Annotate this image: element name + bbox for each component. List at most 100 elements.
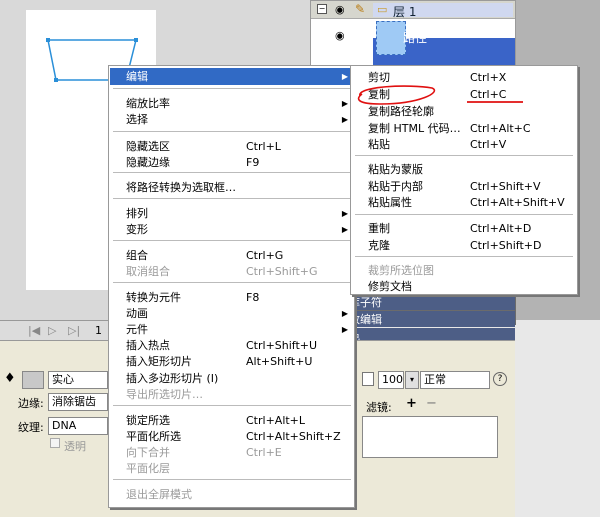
menu-item-label: 插入多边形切片 (I) (126, 372, 219, 385)
menu-separator (355, 155, 573, 156)
edge-label: 边缘: (18, 397, 44, 410)
submenu-item[interactable]: 克隆 Ctrl+Shift+D (352, 237, 577, 254)
menu-item[interactable]: 向下合并 Ctrl+E (110, 444, 354, 461)
menu-item[interactable]: 缩放比率 ▶ (110, 95, 354, 112)
menu-separator (113, 282, 351, 283)
menu-item-shortcut: Ctrl+G (246, 249, 284, 262)
menu-item[interactable]: 转换为元件 F8 (110, 289, 354, 306)
menu-item[interactable]: 动画 ▶ (110, 305, 354, 322)
menu-item[interactable]: 锁定所选 Ctrl+Alt+L (110, 412, 354, 429)
menu-item[interactable]: 插入热点 Ctrl+Shift+U (110, 337, 354, 354)
menu-separator (113, 479, 351, 480)
submenu-item[interactable]: 裁剪所选位图 (352, 262, 577, 279)
layer-row[interactable]: − ◉ ✎ ▭ 层 1 (311, 1, 515, 19)
fill-style-dropdown[interactable]: 实心 (48, 371, 108, 389)
submenu-item[interactable]: 粘贴于内部 Ctrl+Shift+V (352, 178, 577, 195)
menu-item[interactable]: 元件 ▶ (110, 321, 354, 338)
menu-item-shortcut: Ctrl+Shift+G (246, 265, 318, 278)
path-thumbnail (376, 21, 406, 55)
menu-item[interactable]: 取消组合 Ctrl+Shift+G (110, 263, 354, 280)
menu-item[interactable]: 变形 ▶ (110, 221, 354, 238)
texture-dropdown[interactable]: DNA (48, 417, 108, 435)
help-icon[interactable]: ? (493, 372, 507, 386)
red-circle-annotation (357, 85, 435, 105)
submenu-arrow-icon: ▶ (341, 209, 348, 218)
submenu-arrow-icon: ▶ (341, 72, 348, 81)
submenu-item[interactable]: 粘贴 Ctrl+V (352, 136, 577, 153)
eye-icon[interactable]: ◉ (335, 3, 345, 16)
menu-item-label: 插入矩形切片 (126, 355, 192, 368)
submenu-arrow-icon: ▶ (341, 115, 348, 124)
menu-item-label: 平面化层 (126, 462, 170, 475)
menu-item-shortcut: Alt+Shift+U (246, 355, 313, 368)
panel-bar-2[interactable]: 致编辑 (345, 311, 515, 327)
context-menu: 编辑 ▶ 缩放比率 ▶ 选择 ▶ 隐藏选区 Ctrl+L 隐藏边缘 F9 将路径转换为选取框… 排列 ▶… (108, 65, 355, 508)
menu-item[interactable]: 编辑 ▶ (110, 68, 354, 85)
menu-separator (113, 131, 351, 132)
submenu-item[interactable]: 粘贴为蒙版 (352, 161, 577, 178)
menu-item-label: 选择 (126, 113, 148, 126)
menu-item-label: 取消组合 (126, 265, 170, 278)
folder-icon: ▭ (377, 3, 388, 16)
submenu-item-shortcut: Ctrl+Shift+D (470, 239, 542, 252)
submenu-item-shortcut: Ctrl+Alt+C (470, 122, 531, 135)
menu-item[interactable]: 退出全屏模式 (110, 486, 354, 503)
submenu-item-label: 复制路径轮廓 (368, 105, 434, 118)
menu-item-shortcut: Ctrl+Alt+L (246, 414, 306, 427)
fill-bucket-icon[interactable]: ♦ (4, 371, 16, 386)
filters-label: 滤镜: (366, 401, 392, 414)
submenu-item[interactable]: 修剪文档 (352, 278, 577, 295)
transparent-label: 透明 (64, 440, 86, 453)
opacity-field[interactable]: 100 (378, 371, 404, 389)
opacity-icon (362, 372, 374, 386)
add-filter-button[interactable]: + (406, 396, 417, 411)
layer-name[interactable]: 层 1 (393, 3, 416, 20)
blend-mode-dropdown[interactable]: 正常 (420, 371, 490, 389)
submenu-item-label: 粘贴为蒙版 (368, 163, 423, 176)
red-underline-annotation (467, 101, 523, 103)
submenu-item-label: 粘贴于内部 (368, 180, 423, 193)
edge-dropdown[interactable]: 消除锯齿 (48, 393, 108, 411)
play-icon[interactable]: ▷ (48, 324, 56, 337)
transparent-checkbox[interactable] (50, 438, 60, 448)
menu-item[interactable]: 排列 ▶ (110, 205, 354, 222)
menu-separator (113, 88, 351, 89)
texture-label: 纹理: (18, 421, 44, 434)
submenu-item[interactable]: 复制 HTML 代码… Ctrl+Alt+C (352, 120, 577, 137)
menu-item[interactable]: 隐藏选区 Ctrl+L (110, 138, 354, 155)
menu-item[interactable]: 隐藏边缘 F9 (110, 154, 354, 171)
eye-icon[interactable]: ◉ (335, 29, 345, 42)
opacity-dropdown-icon[interactable]: ▾ (405, 371, 419, 389)
menu-item-shortcut: Ctrl+L (246, 140, 281, 153)
expand-toggle-icon[interactable]: − (317, 4, 327, 14)
menu-item-label: 退出全屏模式 (126, 488, 192, 501)
submenu-item[interactable]: 重制 Ctrl+Alt+D (352, 220, 577, 237)
menu-item[interactable]: 组合 Ctrl+G (110, 247, 354, 264)
submenu-item-shortcut: Ctrl+Alt+Shift+V (470, 196, 565, 209)
path-name[interactable]: 路径 (403, 29, 427, 46)
remove-filter-button[interactable]: − (426, 396, 437, 411)
menu-item[interactable]: 选择 ▶ (110, 111, 354, 128)
menu-separator (113, 172, 351, 173)
menu-item-label: 缩放比率 (126, 97, 170, 110)
menu-item-label: 编辑 (126, 70, 148, 83)
submenu-item-label: 粘贴 (368, 138, 390, 151)
submenu-item[interactable]: 粘贴属性 Ctrl+Alt+Shift+V (352, 194, 577, 211)
menu-item[interactable]: 插入多边形切片 (I) (110, 370, 354, 387)
menu-item-shortcut: F8 (246, 291, 260, 304)
first-frame-icon[interactable]: |◀ (28, 324, 40, 337)
submenu-arrow-icon: ▶ (341, 309, 348, 318)
menu-item-shortcut: F9 (246, 156, 260, 169)
filters-list[interactable] (362, 416, 498, 458)
menu-item-shortcut: Ctrl+Shift+U (246, 339, 318, 352)
last-frame-icon[interactable]: ▷| (68, 324, 80, 337)
panel-bar-1[interactable]: 库子符 (345, 294, 515, 310)
menu-item[interactable]: 平面化所选 Ctrl+Alt+Shift+Z (110, 428, 354, 445)
menu-item[interactable]: 导出所选切片… (110, 386, 354, 403)
menu-item[interactable]: 平面化层 (110, 460, 354, 477)
menu-item[interactable]: 插入矩形切片 Alt+Shift+U (110, 353, 354, 370)
menu-item[interactable]: 将路径转换为选取框… (110, 179, 354, 196)
menu-separator (355, 256, 573, 257)
submenu-arrow-icon: ▶ (341, 325, 348, 334)
fill-color-swatch[interactable] (22, 371, 44, 389)
